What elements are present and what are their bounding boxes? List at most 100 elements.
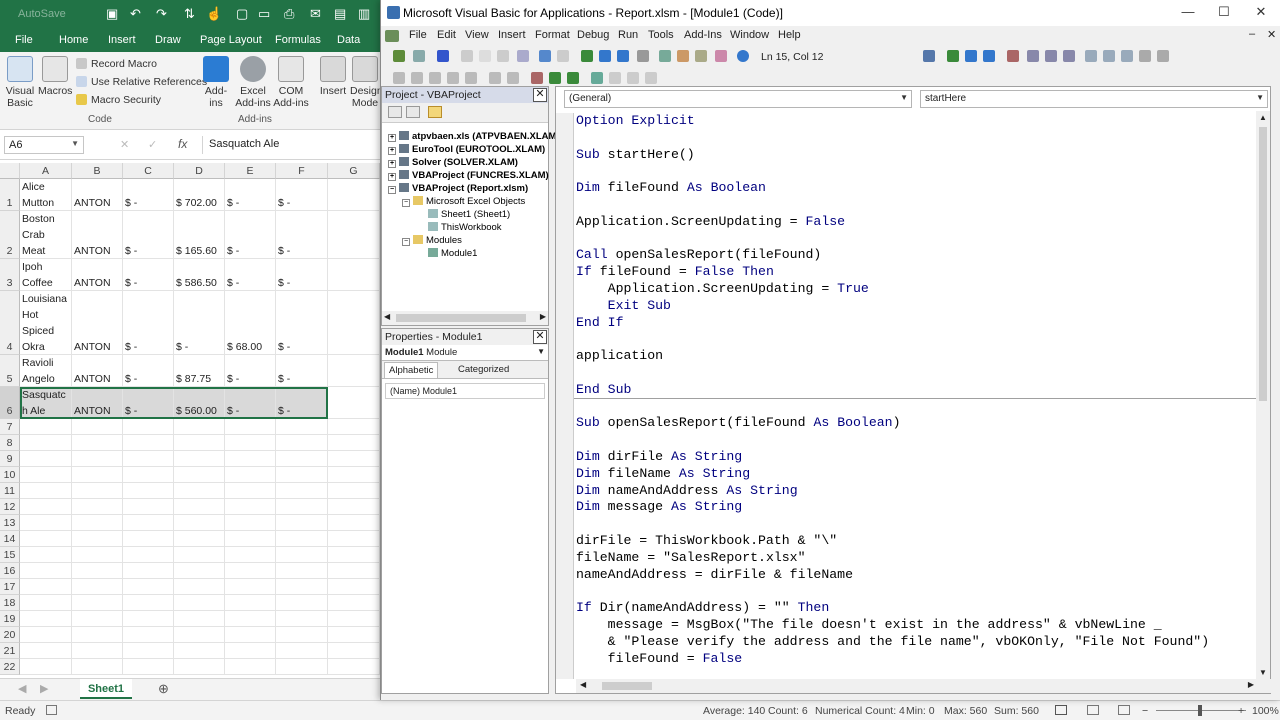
table-cell[interactable]: $ - [225, 211, 276, 259]
scroll-down-icon[interactable]: ▼ [1259, 668, 1267, 677]
object-browser-icon[interactable] [695, 50, 707, 62]
table-cell[interactable] [20, 627, 72, 643]
code-line[interactable]: Exit Sub [576, 298, 1260, 315]
row-header[interactable]: 22 [0, 659, 20, 675]
tab-formulas[interactable]: Formulas [275, 34, 321, 46]
scroll-right-icon[interactable]: ▶ [540, 312, 546, 321]
copy-icon[interactable] [479, 50, 491, 62]
table-cell[interactable]: ANTON [72, 355, 123, 387]
row-header[interactable]: 11 [0, 483, 20, 499]
new-file-icon[interactable]: ▢ [236, 6, 248, 22]
redo-icon[interactable] [557, 50, 569, 62]
table-cell[interactable] [174, 467, 225, 483]
table-cell[interactable] [328, 627, 380, 643]
column-header[interactable]: E [225, 163, 276, 179]
table-cell[interactable]: Alice Mutton [20, 179, 72, 211]
code-vertical-scrollbar[interactable]: ▲ ▼ [1256, 111, 1270, 679]
record-macro-button[interactable]: Record Macro [76, 58, 157, 70]
column-header[interactable]: B [72, 163, 123, 179]
select-all-corner[interactable] [0, 163, 20, 179]
table-cell[interactable] [328, 643, 380, 659]
tree-item[interactable]: − Modules [402, 235, 462, 246]
table-cell[interactable]: $ - [123, 291, 174, 355]
enter-icon[interactable]: ✓ [148, 138, 157, 151]
code-line[interactable]: dirFile = ThisWorkbook.Path & "\" [576, 533, 1260, 550]
table-cell[interactable]: $ - [123, 211, 174, 259]
table-cell[interactable] [123, 467, 174, 483]
table-cell[interactable] [225, 499, 276, 515]
scroll-thumb[interactable] [396, 314, 526, 322]
open-folder-icon[interactable]: ▭ [258, 6, 270, 22]
table-cell[interactable]: $ 560.00 [174, 387, 225, 419]
table-cell[interactable]: $ - [123, 355, 174, 387]
tree-item[interactable]: + EuroTool (EUROTOOL.XLAM) [388, 144, 545, 155]
previous-bookmark-icon[interactable] [627, 72, 639, 84]
paste-icon[interactable] [497, 50, 509, 62]
project-explorer-icon[interactable] [659, 50, 671, 62]
watch-window-icon[interactable] [1121, 50, 1133, 62]
table-cell[interactable] [123, 627, 174, 643]
code-line[interactable]: Sub openSalesReport(fileFound As Boolean… [576, 415, 1260, 432]
code-line[interactable]: End Sub [576, 382, 1260, 399]
table-cell[interactable] [174, 627, 225, 643]
table-cell[interactable]: $ - [276, 259, 328, 291]
code-line[interactable] [576, 231, 1260, 248]
code-line[interactable]: Dim fileName As String [576, 466, 1260, 483]
table-cell[interactable] [276, 451, 328, 467]
table-cell[interactable] [328, 467, 380, 483]
column-header[interactable]: A [20, 163, 72, 179]
design-mode-icon[interactable] [637, 50, 649, 62]
quick-print-icon[interactable]: ▥ [358, 6, 370, 22]
table-cell[interactable] [276, 611, 328, 627]
com-addins-button[interactable]: COM Add-ins [272, 56, 310, 109]
email-icon[interactable]: ✉ [310, 6, 321, 22]
properties-object-dropdown[interactable]: Module1 Module ▼ [382, 345, 548, 361]
table-cell[interactable] [328, 435, 380, 451]
table-cell[interactable] [20, 483, 72, 499]
column-header[interactable]: G [328, 163, 380, 179]
macros-button[interactable]: Macros [38, 56, 72, 97]
table-cell[interactable] [174, 643, 225, 659]
save-icon[interactable]: ▣ [106, 6, 118, 22]
tree-item[interactable]: Module1 [428, 248, 477, 259]
table-cell[interactable] [328, 483, 380, 499]
table-cell[interactable]: Louisiana Hot Spiced Okra [20, 291, 72, 355]
table-cell[interactable] [225, 643, 276, 659]
debug-reset-icon[interactable] [983, 50, 995, 62]
table-cell[interactable] [328, 211, 380, 259]
code-line[interactable]: nameAndAddress = dirFile & fileName [576, 567, 1260, 584]
close-icon[interactable]: ✕ [533, 330, 547, 344]
sheet-prev-icon[interactable]: ◀ [18, 682, 26, 695]
table-cell[interactable]: $ - [276, 211, 328, 259]
table-cell[interactable] [276, 579, 328, 595]
table-cell[interactable] [225, 595, 276, 611]
code-line[interactable] [576, 331, 1260, 348]
view-excel-icon[interactable] [393, 50, 405, 62]
code-line[interactable] [576, 583, 1260, 600]
relative-references-button[interactable]: Use Relative References [76, 76, 207, 88]
locals-window-icon[interactable] [1085, 50, 1097, 62]
menu-insert[interactable]: Insert [498, 29, 526, 41]
sheet-tab[interactable]: Sheet1 [80, 679, 132, 699]
row-header[interactable]: 12 [0, 499, 20, 515]
table-cell[interactable] [174, 531, 225, 547]
table-cell[interactable] [123, 659, 174, 675]
table-cell[interactable]: ANTON [72, 211, 123, 259]
property-value[interactable]: Module1 [423, 386, 458, 396]
tab-file[interactable]: File [15, 34, 33, 46]
tree-item[interactable]: + Solver (SOLVER.XLAM) [388, 157, 518, 168]
parameter-info-icon[interactable] [447, 72, 459, 84]
view-code-icon[interactable] [388, 106, 402, 118]
row-header[interactable]: 9 [0, 451, 20, 467]
code-line[interactable] [576, 163, 1260, 180]
table-cell[interactable] [328, 659, 380, 675]
row-header[interactable]: 18 [0, 595, 20, 611]
table-cell[interactable] [276, 563, 328, 579]
cancel-icon[interactable]: ✕ [120, 138, 129, 151]
table-cell[interactable] [174, 483, 225, 499]
table-cell[interactable] [225, 563, 276, 579]
row-header[interactable]: 17 [0, 579, 20, 595]
row-header[interactable]: 21 [0, 643, 20, 659]
table-cell[interactable] [20, 563, 72, 579]
row-header[interactable]: 13 [0, 515, 20, 531]
